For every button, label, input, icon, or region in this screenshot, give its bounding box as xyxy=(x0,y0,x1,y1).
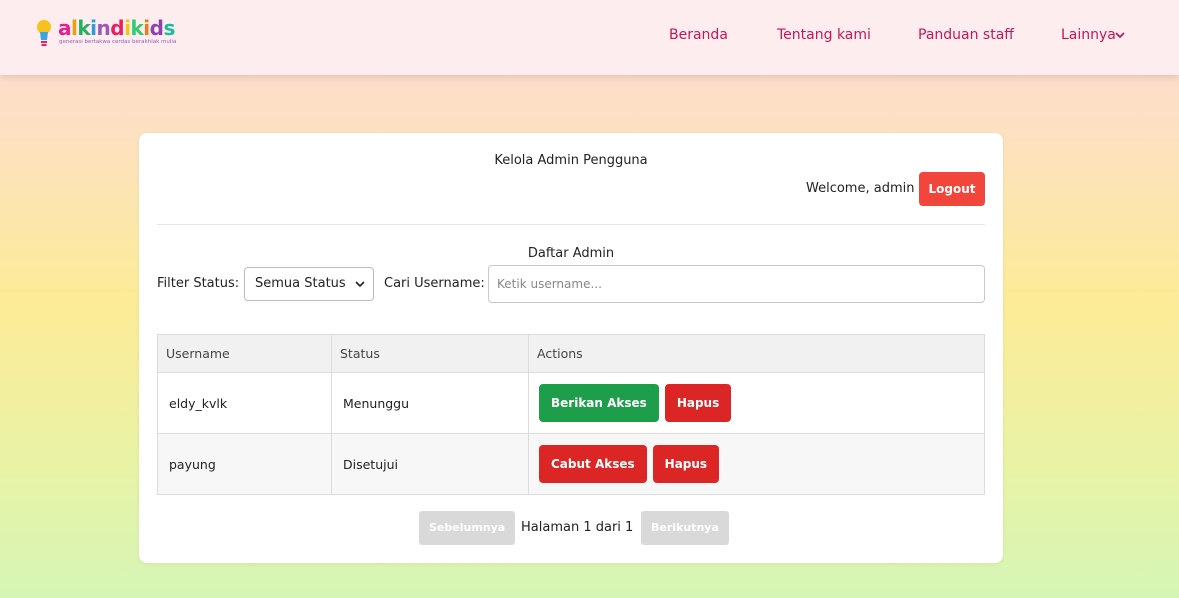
navbar: alkindikids generasi bertakwa cerdas ber… xyxy=(0,0,1179,75)
delete-button[interactable]: Hapus xyxy=(652,445,720,483)
actions-cell: Cabut Akses Hapus xyxy=(528,433,985,495)
actions-cell: Berikan Akses Hapus xyxy=(528,372,985,434)
search-username-label: Cari Username: xyxy=(384,276,485,291)
username-cell: eldy_kvlk xyxy=(157,372,332,434)
page-title: Kelola Admin Pengguna xyxy=(494,153,648,168)
delete-button[interactable]: Hapus xyxy=(664,384,732,422)
admin-table: Username Status Actions eldy_kvlk Menung… xyxy=(157,334,985,495)
nav-link-beranda[interactable]: Beranda xyxy=(669,27,728,43)
chevron-down-icon xyxy=(355,281,365,288)
filter-status-select[interactable]: Semua Status xyxy=(244,267,374,301)
grant-access-button[interactable]: Berikan Akses xyxy=(539,384,659,422)
admin-panel-card: Kelola Admin Pengguna Welcome, admin | L… xyxy=(139,133,1003,563)
logout-button[interactable]: Logout xyxy=(919,172,985,206)
column-header-username: Username xyxy=(157,334,332,373)
welcome-text: Welcome, admin | xyxy=(806,181,923,196)
table-header-row: Username Status Actions xyxy=(157,334,985,373)
table-row: payung Disetujui Cabut Akses Hapus xyxy=(157,433,985,495)
status-cell: Menunggu xyxy=(331,372,529,434)
section-title: Daftar Admin xyxy=(527,246,615,261)
table-row: eldy_kvlk Menunggu Berikan Akses Hapus xyxy=(157,372,985,434)
next-page-button[interactable]: Berikutnya xyxy=(641,511,729,545)
search-username-input[interactable] xyxy=(488,265,985,303)
lightbulb-icon xyxy=(37,20,51,46)
divider xyxy=(157,224,985,225)
previous-page-button[interactable]: Sebelumnya xyxy=(419,511,516,545)
column-header-status: Status xyxy=(331,334,529,373)
filter-status-label: Filter Status: xyxy=(157,276,240,291)
revoke-access-button[interactable]: Cabut Akses xyxy=(539,445,647,483)
status-cell: Disetujui xyxy=(331,433,529,495)
brand-tagline: generasi bertakwa cerdas berakhlak mulia xyxy=(59,39,177,45)
chevron-down-icon[interactable] xyxy=(1114,30,1126,40)
page-info: Halaman 1 dari 1 xyxy=(521,520,634,535)
nav-link-tentang-kami[interactable]: Tentang kami xyxy=(777,27,871,43)
username-cell: payung xyxy=(157,433,332,495)
nav-link-lainnya[interactable]: Lainnya xyxy=(1061,27,1116,43)
filter-status-value: Semua Status xyxy=(255,276,346,291)
nav-link-panduan-staff[interactable]: Panduan staff xyxy=(918,27,1014,43)
column-header-actions: Actions xyxy=(528,334,985,373)
brand-name: alkindikids xyxy=(58,16,175,40)
